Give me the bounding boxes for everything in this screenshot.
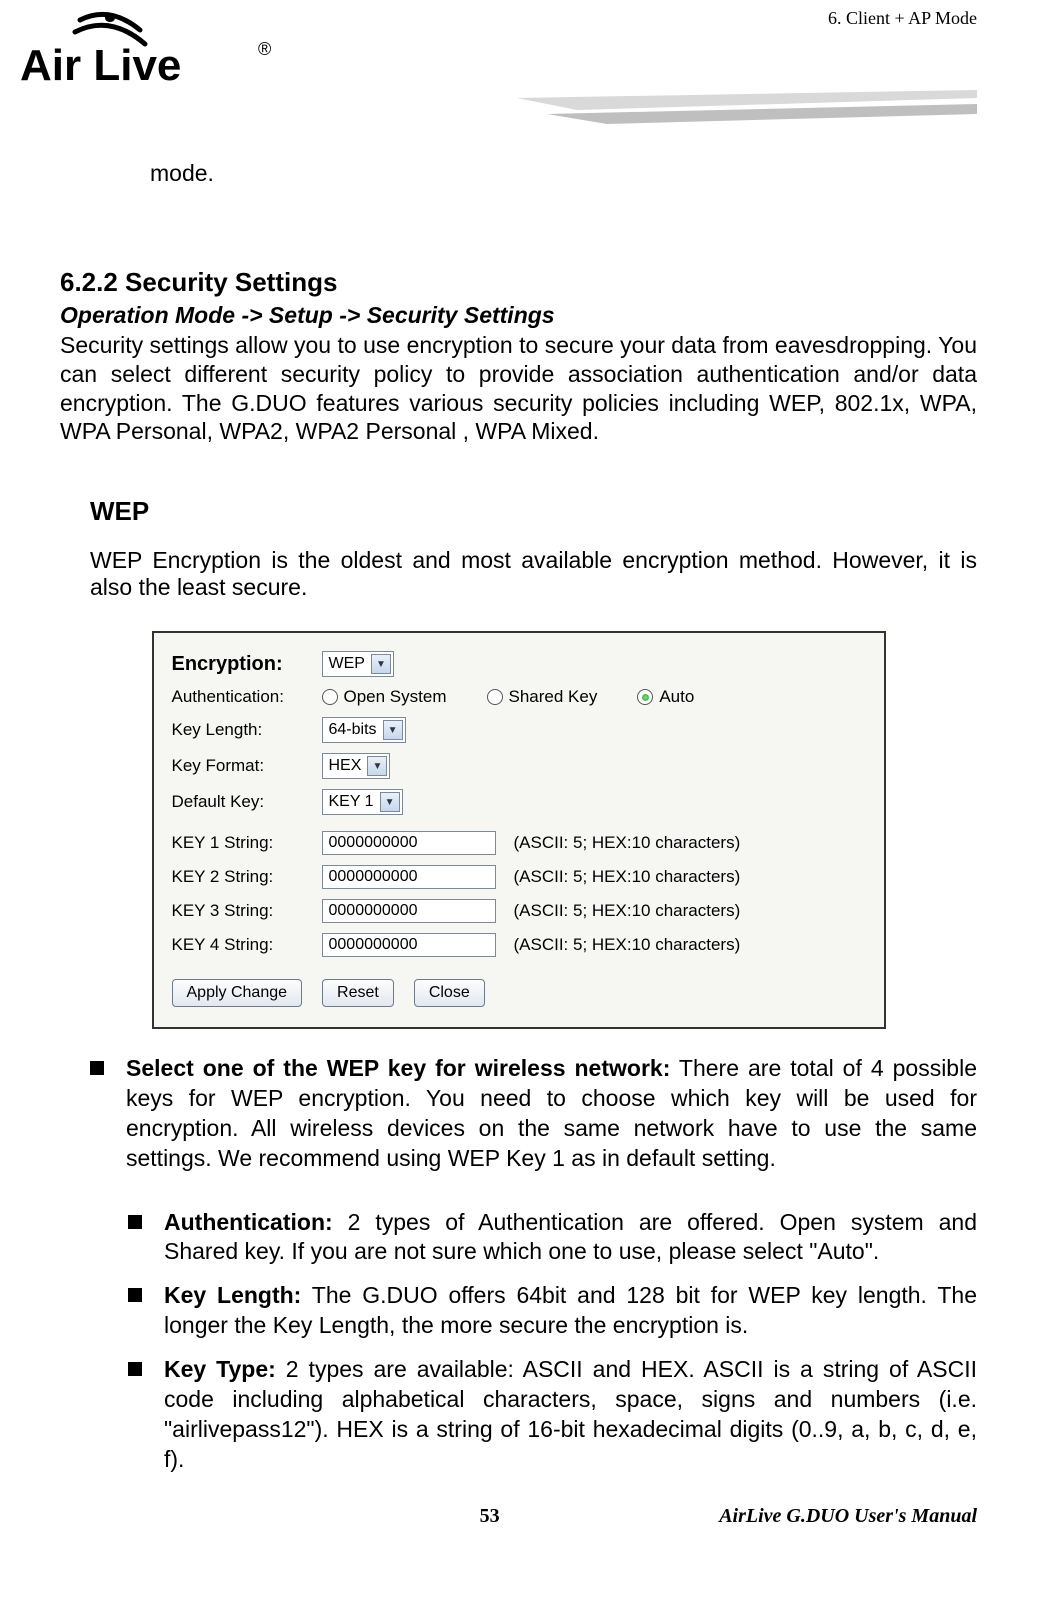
auth-open-system-radio[interactable]: Open System (322, 687, 447, 707)
page-footer: 53 AirLive G.DUO User's Manual (60, 1505, 977, 1528)
list-item: Key Length: The G.DUO offers 64bit and 1… (60, 1281, 977, 1341)
chevron-down-icon: ▼ (380, 792, 400, 812)
bullet-label: Key Type: (164, 1356, 276, 1382)
bullet-text: 2 types are available: ASCII and HEX. AS… (164, 1356, 977, 1472)
key-format-label: Key Format: (172, 756, 322, 776)
square-bullet-icon (128, 1362, 142, 1376)
auth-shared-key-radio[interactable]: Shared Key (487, 687, 598, 707)
key3-label: KEY 3 String: (172, 901, 322, 921)
square-bullet-icon (128, 1215, 142, 1229)
authentication-label: Authentication: (172, 687, 322, 707)
list-item: Authentication: 2 types of Authenticatio… (60, 1208, 977, 1268)
key4-input[interactable]: 0000000000 (322, 933, 496, 957)
apply-change-button[interactable]: Apply Change (172, 979, 303, 1007)
airlive-logo-icon: Air Live ® (20, 10, 300, 100)
header-divider (517, 90, 977, 130)
chevron-down-icon: ▼ (371, 654, 391, 674)
auth-shared-label: Shared Key (509, 687, 598, 707)
radio-checked-icon (637, 689, 653, 705)
encryption-value: WEP (329, 655, 365, 673)
key1-hint: (ASCII: 5; HEX:10 characters) (514, 833, 741, 853)
key3-hint: (ASCII: 5; HEX:10 characters) (514, 901, 741, 921)
key-length-select[interactable]: 64-bits ▼ (322, 717, 406, 743)
key3-input[interactable]: 0000000000 (322, 899, 496, 923)
bullet-list: Select one of the WEP key for wireless n… (60, 1054, 977, 1475)
svg-text:Air Live: Air Live (20, 41, 181, 90)
bullet-label: Authentication: (164, 1209, 333, 1235)
auth-auto-radio[interactable]: Auto (637, 687, 694, 707)
continued-text: mode. (150, 160, 977, 187)
key2-hint: (ASCII: 5; HEX:10 characters) (514, 867, 741, 887)
key-length-value: 64-bits (329, 721, 377, 739)
radio-icon (487, 689, 503, 705)
key-format-value: HEX (329, 757, 362, 775)
key-format-select[interactable]: HEX ▼ (322, 753, 391, 779)
page: 6. Client + AP Mode Air Live ® mode. 6.2… (0, 0, 1037, 1558)
reset-button[interactable]: Reset (322, 979, 394, 1007)
wep-heading: WEP (90, 496, 977, 527)
close-button[interactable]: Close (414, 979, 485, 1007)
key1-label: KEY 1 String: (172, 833, 322, 853)
square-bullet-icon (128, 1288, 142, 1302)
page-number: 53 (260, 1505, 719, 1528)
section-paragraph: Security settings allow you to use encry… (60, 331, 977, 446)
key2-input[interactable]: 0000000000 (322, 865, 496, 889)
auth-open-label: Open System (344, 687, 447, 707)
bullet-label: Key Length: (164, 1282, 301, 1308)
bullet-label: Select one of the WEP key for wireless n… (126, 1055, 670, 1081)
auth-auto-label: Auto (659, 687, 694, 707)
default-key-value: KEY 1 (329, 793, 374, 811)
manual-title: AirLive G.DUO User's Manual (719, 1505, 977, 1528)
list-item: Select one of the WEP key for wireless n… (60, 1054, 977, 1174)
list-item: Key Type: 2 types are available: ASCII a… (60, 1355, 977, 1475)
key4-label: KEY 4 String: (172, 935, 322, 955)
default-key-select[interactable]: KEY 1 ▼ (322, 789, 403, 815)
default-key-label: Default Key: (172, 792, 322, 812)
chevron-down-icon: ▼ (383, 720, 403, 740)
chapter-reference: 6. Client + AP Mode (828, 8, 977, 29)
chevron-down-icon: ▼ (367, 756, 387, 776)
wep-settings-dialog: Encryption: WEP ▼ Authentication: Open S… (152, 631, 886, 1029)
square-bullet-icon (90, 1061, 104, 1075)
breadcrumb: Operation Mode -> Setup -> Security Sett… (60, 302, 977, 329)
key-length-label: Key Length: (172, 720, 322, 740)
key1-input[interactable]: 0000000000 (322, 831, 496, 855)
wep-intro: WEP Encryption is the oldest and most av… (90, 547, 977, 601)
encryption-label: Encryption: (172, 653, 322, 676)
svg-text:®: ® (258, 39, 271, 59)
encryption-select[interactable]: WEP ▼ (322, 651, 394, 677)
key2-label: KEY 2 String: (172, 867, 322, 887)
radio-icon (322, 689, 338, 705)
section-heading: 6.2.2 Security Settings (60, 267, 977, 298)
key4-hint: (ASCII: 5; HEX:10 characters) (514, 935, 741, 955)
